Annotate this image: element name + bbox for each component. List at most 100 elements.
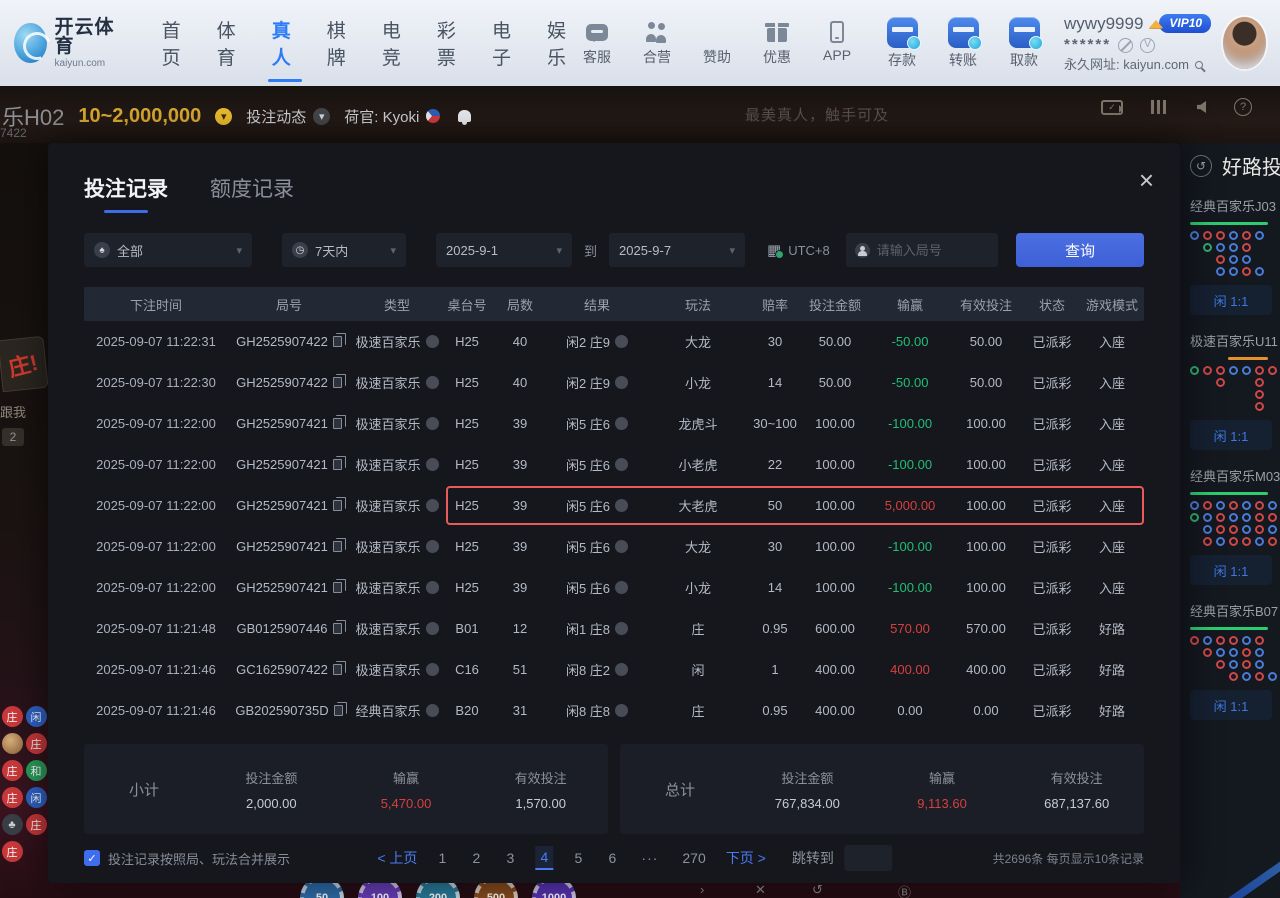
game-header-bar: 乐H02 10~2,000,000 ▾ 投注动态 ▾ 荷官: Kyoki 742… bbox=[0, 86, 1280, 143]
video-quality-icon[interactable]: ✓ bbox=[1101, 100, 1123, 115]
cell-win-loss: 0.00 bbox=[872, 703, 948, 718]
nav-menu-label: 彩票 bbox=[437, 21, 456, 69]
date-from-select[interactable]: 2025-9-1 ▾ bbox=[436, 233, 572, 267]
nav-menu-item[interactable]: 彩票 bbox=[437, 10, 464, 76]
total-winloss-value: 9,113.60 bbox=[875, 796, 1010, 811]
modal-tab[interactable]: 额度记录 bbox=[210, 173, 294, 213]
cell-game-mode: 入座 bbox=[1080, 496, 1144, 515]
query-button[interactable]: 查询 bbox=[1016, 233, 1144, 267]
cell-bet-amount: 50.00 bbox=[798, 334, 872, 349]
wallet-link[interactable]: 存款 bbox=[878, 17, 926, 70]
prev-page-button[interactable]: < 上页 bbox=[377, 848, 417, 868]
signal-icon[interactable] bbox=[1151, 100, 1169, 114]
page-number[interactable]: 3 bbox=[501, 847, 519, 869]
feed-chevron-icon[interactable]: ▾ bbox=[313, 108, 330, 125]
limits-chevron-icon[interactable]: ▾ bbox=[215, 108, 232, 125]
date-to-select[interactable]: 2025-9-7 ▾ bbox=[609, 233, 745, 267]
next-page-button[interactable]: 下页 > bbox=[726, 848, 766, 868]
copy-icon[interactable] bbox=[333, 623, 342, 634]
quick-link[interactable]: 优惠 bbox=[754, 19, 800, 67]
page-number[interactable]: 4 bbox=[535, 846, 553, 870]
copy-icon[interactable] bbox=[333, 541, 342, 552]
copy-icon[interactable] bbox=[334, 705, 343, 716]
cell-valid-bet: 100.00 bbox=[948, 457, 1024, 472]
avatar[interactable] bbox=[1223, 17, 1266, 69]
banker-bet-icon[interactable]: Ⓑ bbox=[898, 882, 911, 898]
speaker-icon[interactable] bbox=[1197, 101, 1206, 113]
nav-menu-item[interactable]: 电竞 bbox=[382, 10, 409, 76]
modal-tab[interactable]: 投注记录 bbox=[84, 173, 168, 213]
nav-menu-item[interactable]: 首页 bbox=[162, 10, 189, 76]
cell-table-no: H25 bbox=[444, 416, 490, 431]
cell-play-type: 大老虎 bbox=[644, 496, 752, 515]
cell-play-type: 闲 bbox=[644, 660, 752, 679]
date-to-value: 2025-9-7 bbox=[619, 243, 671, 258]
quick-link[interactable]: 赞助 bbox=[694, 19, 740, 67]
subtotal-winloss-header: 输赢 bbox=[339, 768, 474, 787]
refresh-circle-icon[interactable]: V bbox=[1140, 38, 1155, 53]
nav-menu-item[interactable]: 娱乐 bbox=[547, 10, 574, 76]
page-number[interactable]: 1 bbox=[433, 847, 451, 869]
nav-menu-item[interactable]: 真人 bbox=[272, 10, 299, 76]
cell-bet-time: 2025-09-07 11:21:46 bbox=[84, 662, 228, 677]
copy-icon[interactable] bbox=[333, 664, 342, 675]
bell-icon[interactable] bbox=[458, 110, 471, 122]
cell-valid-bet: 400.00 bbox=[948, 662, 1024, 677]
result-icon bbox=[615, 581, 628, 594]
merge-checkbox-label: 投注记录按照局、玩法合并展示 bbox=[108, 849, 290, 868]
subtotal-label: 小计 bbox=[84, 779, 204, 800]
undo-icon[interactable]: ↺ bbox=[812, 882, 823, 898]
road-bet-button[interactable]: 闲 1:1 bbox=[1190, 555, 1272, 585]
cell-odds: 30 bbox=[752, 539, 798, 554]
cell-round-id: GH2525907421 bbox=[228, 457, 350, 472]
nav-menu-item[interactable]: 体育 bbox=[217, 10, 244, 76]
date-range-select[interactable]: ◷ 7天内 ▾ bbox=[282, 233, 406, 267]
copy-icon[interactable] bbox=[333, 459, 342, 470]
round-search-input[interactable] bbox=[877, 243, 989, 258]
close-icon[interactable]: × bbox=[1139, 167, 1154, 193]
nav-menu-item[interactable]: 电子 bbox=[492, 10, 519, 76]
wallet-link-label: 存款 bbox=[878, 50, 926, 70]
cell-game-mode: 入座 bbox=[1080, 537, 1144, 556]
game-type-icon bbox=[426, 540, 439, 553]
brand-logo[interactable]: 开云体育 kaiyun.com bbox=[14, 18, 120, 69]
copy-icon[interactable] bbox=[333, 418, 342, 429]
wallet-link[interactable]: 取款 bbox=[1000, 17, 1048, 70]
copy-icon[interactable] bbox=[333, 582, 342, 593]
page-number[interactable]: ··· bbox=[637, 847, 662, 869]
cell-bet-amount: 400.00 bbox=[798, 662, 872, 677]
cell-play-type: 龙虎斗 bbox=[644, 414, 752, 433]
copy-icon[interactable] bbox=[333, 336, 342, 347]
game-type-select[interactable]: ♠ 全部 ▾ bbox=[84, 233, 252, 267]
road-bet-button[interactable]: 闲 1:1 bbox=[1190, 285, 1272, 315]
copy-icon[interactable] bbox=[333, 377, 342, 388]
cell-status: 已派彩 bbox=[1024, 660, 1080, 679]
cell-win-loss: 570.00 bbox=[872, 621, 948, 636]
page-number[interactable]: 6 bbox=[603, 847, 621, 869]
cell-odds: 14 bbox=[752, 580, 798, 595]
chips-next-icon[interactable]: › bbox=[700, 882, 704, 897]
merge-checkbox[interactable]: ✓ bbox=[84, 850, 100, 866]
page-number[interactable]: 2 bbox=[467, 847, 485, 869]
road-bet-button[interactable]: 闲 1:1 bbox=[1190, 690, 1272, 720]
page-number[interactable]: 270 bbox=[678, 847, 709, 869]
quick-link[interactable]: 合营 bbox=[634, 19, 680, 67]
quick-link[interactable]: APP bbox=[814, 19, 860, 63]
wallet-link[interactable]: 转账 bbox=[939, 17, 987, 70]
copy-icon[interactable] bbox=[333, 500, 342, 511]
road-bet-button[interactable]: 闲 1:1 bbox=[1190, 420, 1272, 450]
bet-records-modal: × 投注记录 额度记录 ♠ 全部 ▾ ◷ 7天内 ▾ bbox=[48, 143, 1180, 883]
cell-bet-time: 2025-09-07 11:21:48 bbox=[84, 621, 228, 636]
cell-valid-bet: 0.00 bbox=[948, 703, 1024, 718]
jump-to-input[interactable] bbox=[844, 845, 892, 871]
quick-link[interactable]: 客服 bbox=[574, 19, 620, 67]
panel-back-icon[interactable]: ↺ bbox=[1190, 155, 1212, 177]
eye-off-icon[interactable] bbox=[1118, 38, 1133, 53]
wallet-icon bbox=[948, 17, 979, 48]
search-icon[interactable] bbox=[1195, 61, 1203, 69]
nav-menu-item[interactable]: 棋牌 bbox=[327, 10, 354, 76]
cell-result: 闲8 庄2 bbox=[550, 660, 644, 679]
page-number[interactable]: 5 bbox=[569, 847, 587, 869]
help-icon[interactable]: ? bbox=[1234, 98, 1252, 116]
clear-bets-icon[interactable]: ✕ bbox=[755, 882, 766, 898]
